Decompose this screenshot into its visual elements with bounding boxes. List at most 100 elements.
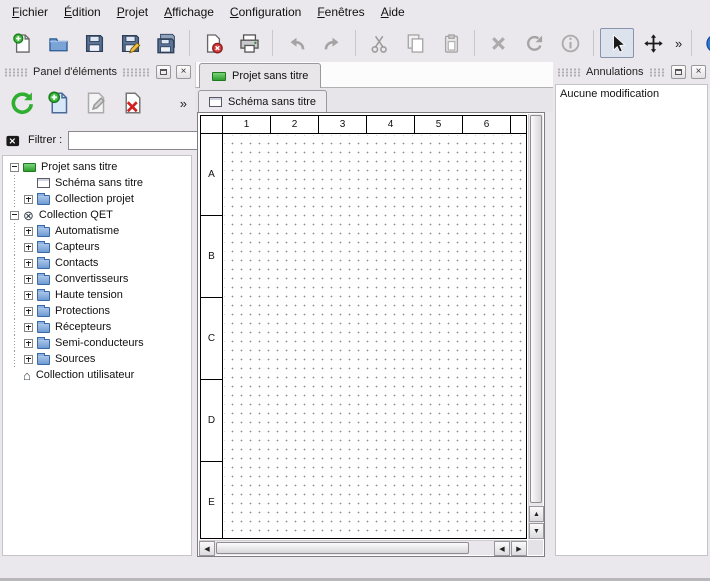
horizontal-scrollbar-thumb[interactable] xyxy=(216,542,469,554)
expander-minus-icon[interactable] xyxy=(10,211,19,220)
tree-item-haute-tension[interactable]: Haute tension xyxy=(3,287,191,303)
tree-item-sources[interactable]: Sources xyxy=(3,351,191,367)
paste-button[interactable] xyxy=(434,28,468,58)
tree-item-capteurs[interactable]: Capteurs xyxy=(3,239,191,255)
elements-panel-toolbar: » xyxy=(2,84,193,122)
menu-fichier[interactable]: Fichier xyxy=(4,1,56,23)
expander-plus-icon[interactable] xyxy=(24,259,33,268)
scroll-right-button[interactable]: ▶ xyxy=(511,541,527,556)
toolbar-separator xyxy=(355,30,356,56)
dock-float-button[interactable] xyxy=(156,65,171,79)
clear-filter-button[interactable] xyxy=(4,132,22,148)
redo-button[interactable] xyxy=(315,28,349,58)
grid-dots-area[interactable] xyxy=(224,135,526,538)
scroll-up-button[interactable]: ▲ xyxy=(529,506,544,522)
tree-item-collection-utilisateur[interactable]: ⌂ Collection utilisateur xyxy=(3,367,191,383)
dock-grip[interactable] xyxy=(122,68,151,77)
tree-item-project[interactable]: Projet sans titre xyxy=(3,159,191,175)
element-info-button[interactable] xyxy=(553,28,587,58)
dock-close-button[interactable]: × xyxy=(691,65,706,79)
horizontal-scrollbar[interactable]: ◀ ◀ ▶ xyxy=(199,540,527,555)
expander-plus-icon[interactable] xyxy=(24,195,33,204)
print-button[interactable] xyxy=(232,28,266,58)
new-project-button[interactable] xyxy=(5,28,39,58)
expander-plus-icon[interactable] xyxy=(24,339,33,348)
expander-plus-icon[interactable] xyxy=(24,227,33,236)
folder-icon xyxy=(37,291,50,301)
expander-plus-icon[interactable] xyxy=(24,323,33,332)
tree-item-protections[interactable]: Protections xyxy=(3,303,191,319)
selection-mode-button[interactable] xyxy=(600,28,634,58)
cut-icon xyxy=(369,33,390,54)
tree-item-contacts[interactable]: Contacts xyxy=(3,255,191,271)
dock-close-button[interactable]: × xyxy=(176,65,191,79)
delete-icon xyxy=(488,33,509,54)
undo-icon xyxy=(286,33,307,54)
tree-item-collection-qet[interactable]: ⊗ Collection QET xyxy=(3,207,191,223)
panel-toolbar-extension-button[interactable]: » xyxy=(180,96,189,111)
menu-projet[interactable]: Projet xyxy=(109,1,156,23)
tree-item-automatisme[interactable]: Automatisme xyxy=(3,223,191,239)
tree-item-collection-projet[interactable]: Collection projet xyxy=(3,191,191,207)
copy-button[interactable] xyxy=(398,28,432,58)
new-element-icon xyxy=(47,91,71,115)
tree-item-schema[interactable]: Schéma sans titre xyxy=(3,175,191,191)
save-all-icon xyxy=(156,33,177,54)
tree-item-recepteurs[interactable]: Récepteurs xyxy=(3,319,191,335)
close-file-button[interactable] xyxy=(196,28,230,58)
scroll-left-button-2[interactable]: ◀ xyxy=(494,541,510,556)
expander-plus-icon[interactable] xyxy=(24,307,33,316)
tab-schema-sans-titre[interactable]: Schéma sans titre xyxy=(198,90,327,112)
expander-plus-icon[interactable] xyxy=(24,243,33,252)
expander-plus-icon[interactable] xyxy=(24,291,33,300)
dock-grip[interactable] xyxy=(557,68,581,77)
tree-item-convertisseurs[interactable]: Convertisseurs xyxy=(3,271,191,287)
elements-tree[interactable]: Projet sans titre Schéma sans titre Coll… xyxy=(2,155,192,556)
vertical-scrollbar-thumb[interactable] xyxy=(530,115,542,503)
scroll-down-button[interactable]: ▼ xyxy=(529,523,544,539)
undo-history-titlebar[interactable]: Annulations × xyxy=(555,64,708,80)
save-button[interactable] xyxy=(77,28,111,58)
tree-item-label: Sources xyxy=(54,353,95,365)
dock-grip[interactable] xyxy=(4,68,28,77)
expander-plus-icon[interactable] xyxy=(24,275,33,284)
tree-item-semi-conducteurs[interactable]: Semi-conducteurs xyxy=(3,335,191,351)
rotate-button[interactable] xyxy=(517,28,551,58)
tree-branch-line xyxy=(10,255,20,271)
tab-projet-sans-titre[interactable]: Projet sans titre xyxy=(199,63,321,88)
delete-element-button[interactable] xyxy=(117,87,149,119)
folder-icon xyxy=(37,195,50,205)
tree-branch-line xyxy=(10,223,20,239)
new-element-button[interactable] xyxy=(43,87,75,119)
undo-history-list[interactable]: Aucune modification xyxy=(555,84,708,556)
menu-edition[interactable]: Édition xyxy=(56,1,109,23)
diagram-view[interactable]: 1 2 3 4 5 6 A B C D E xyxy=(197,112,545,557)
zoom-overflow-button[interactable]: » xyxy=(672,36,685,51)
pan-mode-button[interactable] xyxy=(636,28,670,58)
save-all-button[interactable] xyxy=(149,28,183,58)
open-project-button[interactable] xyxy=(41,28,75,58)
scroll-left-button[interactable]: ◀ xyxy=(199,541,215,556)
about-info-button[interactable] xyxy=(698,28,710,58)
vertical-scrollbar[interactable]: ▲ ▼ xyxy=(528,114,543,539)
expander-plus-icon[interactable] xyxy=(24,355,33,364)
expander-minus-icon[interactable] xyxy=(10,163,19,172)
elements-panel-titlebar[interactable]: Panel d'éléments × xyxy=(2,64,193,80)
menu-affichage[interactable]: Affichage xyxy=(156,1,222,23)
diagram-canvas[interactable]: 1 2 3 4 5 6 A B C D E xyxy=(200,115,527,539)
delete-element-icon xyxy=(121,91,145,115)
cut-button[interactable] xyxy=(362,28,396,58)
reload-collections-button[interactable] xyxy=(6,87,38,119)
dock-grip[interactable] xyxy=(649,68,667,77)
menu-fenetres[interactable]: Fenêtres xyxy=(309,1,372,23)
undo-button[interactable] xyxy=(279,28,313,58)
menu-aide[interactable]: Aide xyxy=(373,1,413,23)
edit-element-button[interactable] xyxy=(80,87,112,119)
save-as-button[interactable] xyxy=(113,28,147,58)
delete-button[interactable] xyxy=(481,28,515,58)
toolbar-separator xyxy=(189,30,190,56)
tree-branch-line xyxy=(10,271,20,287)
tree-item-label: Schéma sans titre xyxy=(54,177,143,189)
menu-configuration[interactable]: Configuration xyxy=(222,1,309,23)
dock-float-button[interactable] xyxy=(671,65,686,79)
